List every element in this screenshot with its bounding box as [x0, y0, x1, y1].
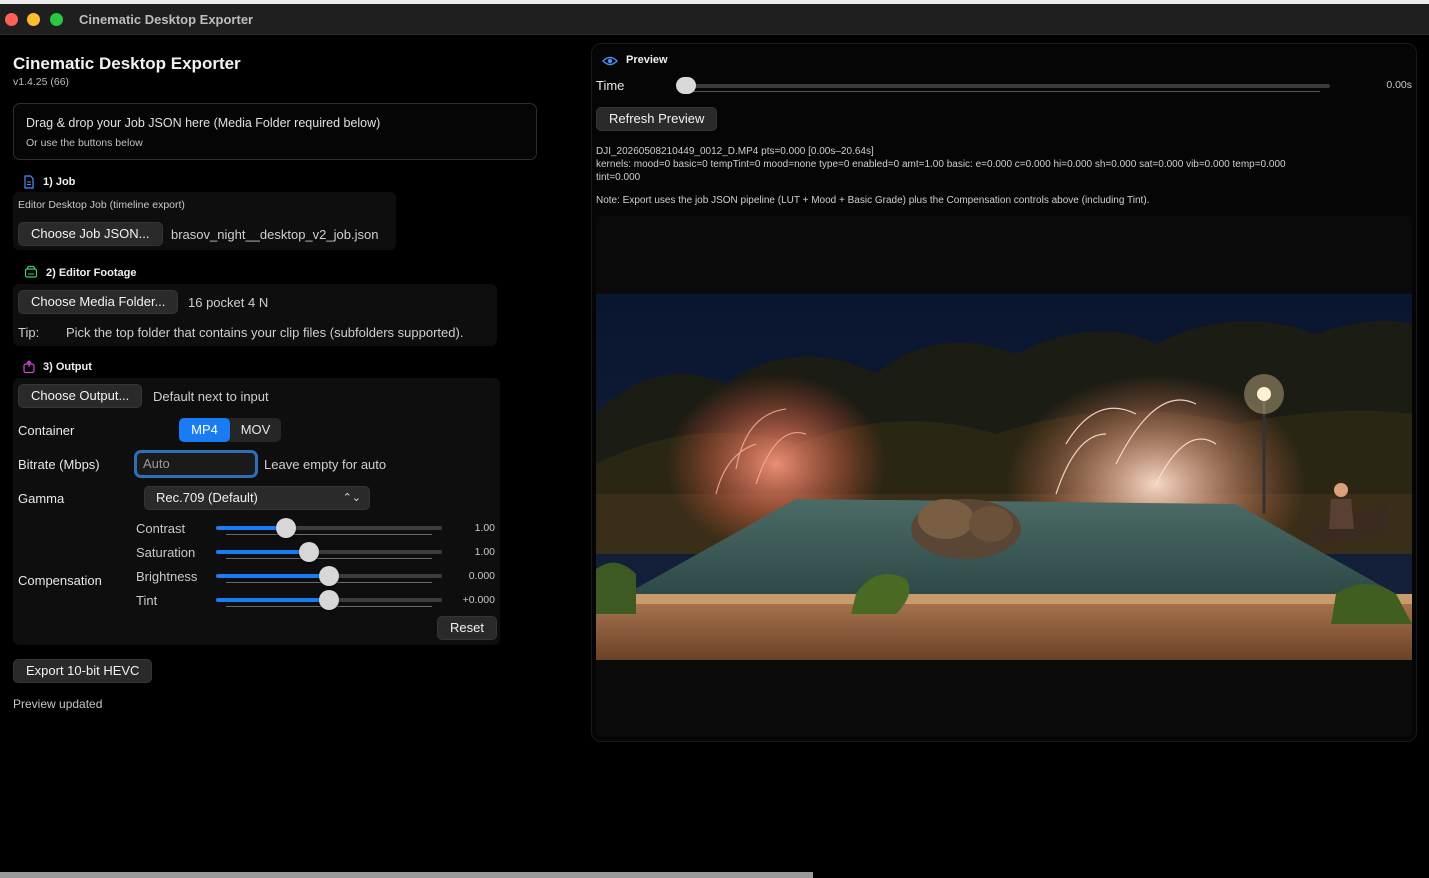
brightness-slider-thumb[interactable]	[319, 566, 339, 586]
container-option-mov[interactable]: MOV	[230, 418, 281, 442]
contrast-value: 1.00	[474, 522, 495, 534]
up-down-chevron-icon: ⌃⌄	[342, 492, 361, 504]
bitrate-label: Bitrate (Mbps)	[18, 457, 100, 472]
tint-slider-fill	[216, 598, 329, 602]
close-window-button[interactable]	[5, 13, 18, 26]
saturation-slider-fill	[216, 550, 309, 554]
preview-info-line-3: tint=0.000	[596, 172, 641, 183]
gamma-select[interactable]: Rec.709 (Default) ⌃⌄	[144, 486, 370, 510]
time-slider-track[interactable]	[682, 84, 1330, 88]
video-frame	[596, 294, 1412, 660]
eye-icon	[602, 56, 618, 66]
job-filename: brasov_night__desktop_v2_job.json	[171, 227, 379, 242]
document-icon	[24, 175, 34, 189]
drive-icon	[24, 265, 38, 278]
reset-button[interactable]: Reset	[437, 616, 497, 640]
app-title: Cinematic Desktop Exporter	[13, 54, 241, 73]
zoom-window-button[interactable]	[50, 13, 63, 26]
drop-zone-subtitle: Or use the buttons below	[26, 137, 143, 149]
job-section-label: 1) Job	[43, 176, 76, 188]
refresh-preview-button[interactable]: Refresh Preview	[596, 107, 718, 131]
contrast-slider-label: Contrast	[136, 521, 186, 536]
compensation-label: Compensation	[18, 573, 102, 588]
time-value: 0.00s	[1386, 79, 1412, 91]
brightness-value: 0.000	[468, 570, 495, 582]
gamma-label: Gamma	[18, 491, 65, 506]
preview-info-line-1: DJI_20260508210449_0012_D.MP4 pts=0.000 …	[596, 146, 874, 157]
app-version: v1.4.25 (66)	[13, 76, 70, 88]
bitrate-input[interactable]: Auto	[134, 450, 258, 478]
bottom-edge	[0, 872, 1429, 878]
saturation-value: 1.00	[474, 546, 495, 558]
media-folder-name: 16 pocket 4 N	[188, 295, 269, 310]
time-slider-thumb[interactable]	[676, 77, 696, 94]
window-title: Cinematic Desktop Exporter	[79, 12, 254, 27]
container-label: Container	[18, 423, 75, 438]
tint-value: +0.000	[462, 594, 495, 606]
title-bar: Cinematic Desktop Exporter	[0, 4, 1429, 35]
job-drop-zone[interactable]: Drag & drop your Job JSON here (Media Fo…	[13, 103, 537, 160]
preview-info-line-2: kernels: mood=0 basic=0 tempTint=0 mood=…	[596, 159, 1286, 170]
choose-media-folder-button[interactable]: Choose Media Folder...	[18, 290, 179, 314]
time-label: Time	[596, 78, 625, 93]
saturation-slider[interactable]	[216, 550, 442, 554]
choose-output-button[interactable]: Choose Output...	[18, 384, 143, 408]
preview-note: Note: Export uses the job JSON pipeline …	[596, 195, 1150, 206]
brightness-slider-label: Brightness	[136, 569, 198, 584]
tip-text: Pick the top folder that contains your c…	[66, 325, 464, 340]
minimize-window-button[interactable]	[27, 13, 40, 26]
brightness-slider-fill	[216, 574, 329, 578]
tint-slider-thumb[interactable]	[319, 590, 339, 610]
contrast-slider-ticks	[226, 534, 432, 535]
output-box-icon	[23, 360, 35, 374]
job-description: Editor Desktop Job (timeline export)	[18, 199, 185, 211]
saturation-slider-ticks	[226, 558, 432, 559]
container-segmented-control[interactable]: MP4 MOV	[179, 418, 281, 442]
fountain-night-image	[596, 294, 1412, 660]
output-destination: Default next to input	[153, 389, 269, 404]
tip-label: Tip:	[18, 325, 40, 340]
contrast-slider-thumb[interactable]	[276, 518, 297, 538]
footage-section-label: 2) Editor Footage	[46, 267, 137, 279]
tint-slider-label: Tint	[136, 593, 158, 608]
export-button[interactable]: Export 10-bit HEVC	[13, 659, 153, 683]
app-window: Cinematic Desktop Exporter Cinematic Des…	[0, 0, 1429, 878]
status-text: Preview updated	[13, 697, 103, 711]
container-option-mp4[interactable]: MP4	[179, 418, 230, 442]
saturation-slider-thumb[interactable]	[298, 542, 319, 562]
drop-zone-title: Drag & drop your Job JSON here (Media Fo…	[26, 116, 381, 130]
choose-job-json-button[interactable]: Choose Job JSON...	[18, 222, 163, 246]
bitrate-hint: Leave empty for auto	[264, 457, 387, 472]
contrast-slider[interactable]	[216, 526, 442, 530]
output-section-label: 3) Output	[43, 361, 92, 373]
preview-title: Preview	[626, 54, 668, 66]
time-slider-ticks	[688, 91, 1320, 92]
gamma-select-value: Rec.709 (Default)	[156, 490, 258, 505]
saturation-slider-label: Saturation	[136, 545, 196, 560]
